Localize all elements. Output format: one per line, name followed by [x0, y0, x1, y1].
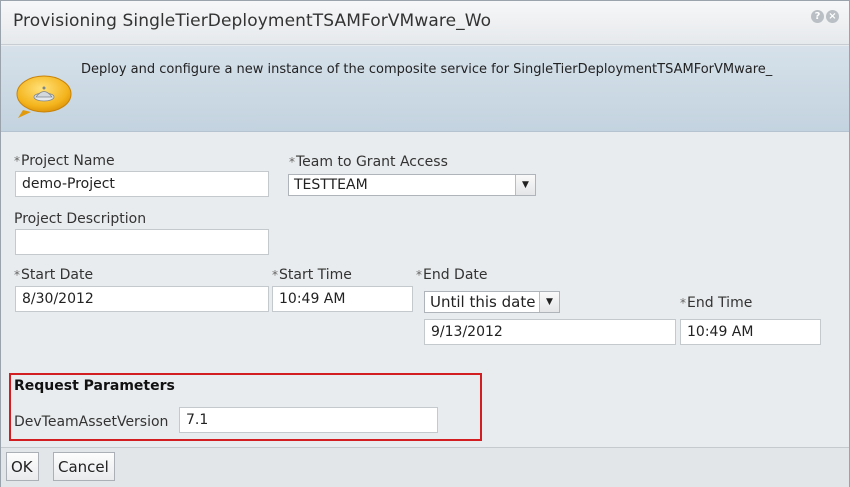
project-description-label: Project Description — [14, 211, 147, 227]
title-bar[interactable]: Provisioning SingleTierDeploymentTSAMFor… — [1, 1, 849, 45]
chevron-down-icon[interactable]: ▼ — [515, 175, 535, 195]
request-parameters-title: Request Parameters — [14, 378, 175, 394]
project-description-input[interactable] — [15, 229, 269, 255]
banner-description: Deploy and configure a new instance of t… — [81, 62, 773, 77]
start-time-label: *Start Time — [272, 267, 352, 283]
project-name-label: *Project Name — [14, 153, 115, 169]
required-marker: * — [14, 268, 20, 282]
chevron-down-icon[interactable]: ▼ — [539, 292, 559, 312]
end-date-mode-select[interactable]: Until this date ▼ — [424, 291, 560, 313]
start-date-label: *Start Date — [14, 267, 93, 283]
dev-team-asset-version-label: DevTeamAssetVersion — [14, 414, 169, 430]
end-date-label-text: End Date — [423, 267, 488, 283]
end-time-input[interactable]: 10:49 AM — [680, 319, 821, 345]
button-bar: OK Cancel — [1, 447, 849, 487]
required-marker: * — [14, 154, 20, 168]
title-icons: ? × — [811, 10, 839, 23]
required-marker: * — [416, 268, 422, 282]
ok-button[interactable]: OK — [6, 452, 39, 481]
required-marker: * — [272, 268, 278, 282]
cancel-button[interactable]: Cancel — [53, 452, 115, 481]
start-time-input[interactable]: 10:49 AM — [272, 286, 413, 312]
end-date-input[interactable]: 9/13/2012 — [424, 319, 676, 345]
help-icon[interactable]: ? — [811, 10, 824, 23]
start-time-label-text: Start Time — [279, 267, 352, 283]
team-label-text: Team to Grant Access — [296, 154, 448, 170]
team-select[interactable]: TESTTEAM ▼ — [288, 174, 536, 196]
end-date-label: *End Date — [416, 267, 488, 283]
dev-team-asset-version-input[interactable]: 7.1 — [179, 407, 438, 433]
start-date-label-text: Start Date — [21, 267, 94, 283]
close-icon[interactable]: × — [826, 10, 839, 23]
description-banner: Deploy and configure a new instance of t… — [1, 46, 849, 132]
required-marker: * — [680, 296, 686, 310]
project-name-input[interactable]: demo-Project — [15, 171, 269, 197]
speech-bubble-icon — [15, 74, 75, 122]
end-time-label-text: End Time — [687, 295, 753, 311]
end-date-mode-value: Until this date — [430, 293, 536, 311]
project-name-label-text: Project Name — [21, 153, 115, 169]
dialog-title: Provisioning SingleTierDeploymentTSAMFor… — [13, 11, 492, 31]
required-marker: * — [289, 155, 295, 169]
team-select-value: TESTTEAM — [294, 177, 368, 193]
start-date-input[interactable]: 8/30/2012 — [15, 286, 269, 312]
end-time-label: *End Time — [680, 295, 752, 311]
provisioning-dialog: Provisioning SingleTierDeploymentTSAMFor… — [0, 0, 850, 487]
team-label: *Team to Grant Access — [289, 154, 448, 170]
